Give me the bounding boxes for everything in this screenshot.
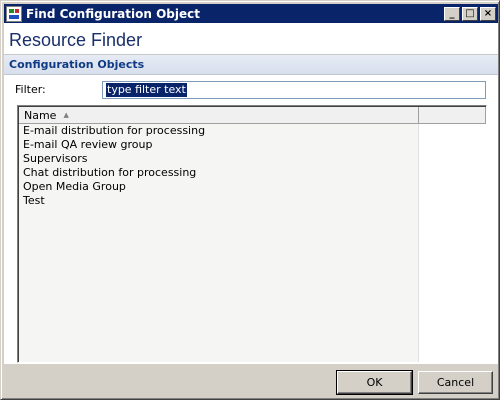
cancel-button[interactable]: Cancel [418,371,493,394]
window-title: Find Configuration Object [26,6,200,21]
table-row[interactable]: Test [19,194,418,208]
config-app-icon [6,5,22,22]
header-area: Resource Finder [4,23,498,54]
table-row[interactable]: E-mail QA review group [19,138,418,152]
table-row[interactable]: Chat distribution for processing [19,166,418,180]
section-header: Configuration Objects [4,55,498,75]
section-title: Configuration Objects [9,58,145,71]
close-icon: × [483,7,493,19]
maximize-button[interactable]: □ [462,6,478,21]
minimize-button[interactable]: _ [444,6,460,21]
filter-input[interactable]: type filter text [102,81,486,99]
table-header: Name ▲ [19,107,486,124]
ok-button[interactable]: OK [336,370,413,395]
table-row[interactable]: Supervisors [19,152,418,166]
button-bar: OK Cancel [4,364,498,398]
filter-input-text: type filter text [106,83,187,97]
close-button[interactable]: × [480,6,496,21]
minimize-icon: _ [449,7,455,19]
title-bar[interactable]: Find Configuration Object _ □ × [4,4,498,23]
column-header-name[interactable]: Name ▲ [19,107,419,124]
table-row[interactable]: Open Media Group [19,180,418,194]
table-row[interactable]: E-mail distribution for processing [19,124,418,138]
table-body: E-mail distribution for processing E-mai… [19,124,419,362]
filter-label: Filter: [15,83,46,96]
maximize-icon: □ [465,7,475,19]
dialog-window: Find Configuration Object _ □ × Resource… [0,0,500,400]
page-title: Resource Finder [9,30,143,50]
sort-ascending-icon: ▲ [63,111,69,119]
objects-table[interactable]: Name ▲ E-mail distribution for processin… [17,105,487,363]
column-header-name-label: Name [24,108,57,122]
column-header-extra[interactable] [419,107,486,124]
configuration-objects-section: Configuration Objects Filter: type filte… [4,54,498,364]
